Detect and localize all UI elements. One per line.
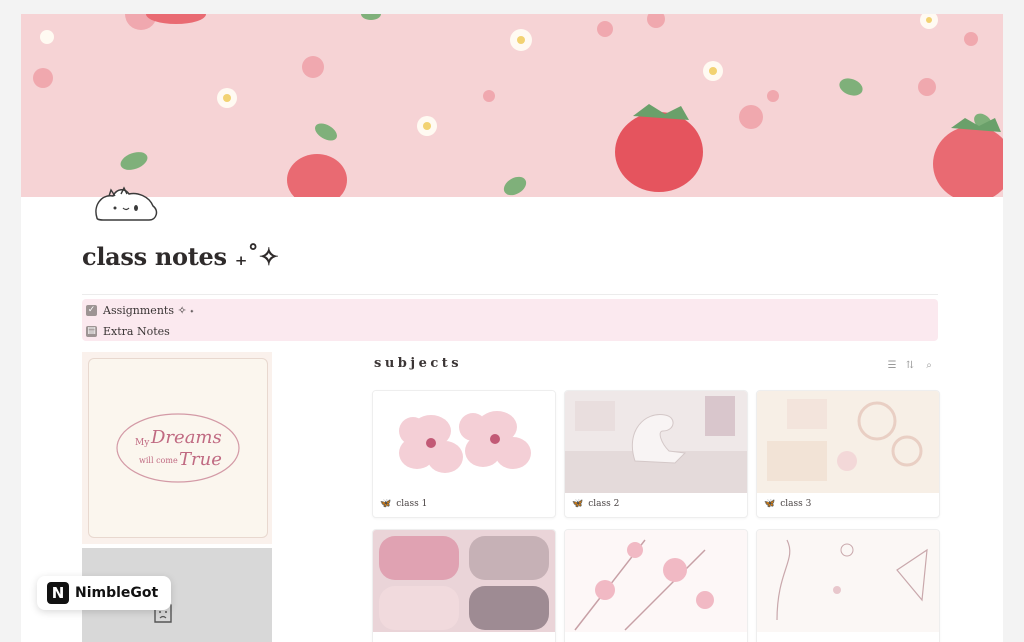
card-title: class 3 <box>780 499 812 509</box>
dreams-image-card[interactable]: My Dreams will come True <box>82 352 272 544</box>
butterfly-icon: 🦋 <box>764 499 776 509</box>
card-title: class 1 <box>396 499 428 509</box>
link-extra-notes[interactable]: ▤ Extra Notes <box>86 321 934 341</box>
card-cover <box>373 530 555 632</box>
card-caption: 🦋 class 3 <box>764 499 811 509</box>
page-title[interactable]: class notes ₊˚✧ <box>82 242 279 271</box>
divider <box>82 294 938 295</box>
gallery-card[interactable] <box>564 529 748 642</box>
page-icon: ▤ <box>86 325 97 337</box>
brand-logo: N <box>47 582 69 604</box>
gallery-card[interactable] <box>372 529 556 642</box>
link-assignments[interactable]: ✓ Assignments ✧ ˖ <box>86 300 934 320</box>
card-title: class 2 <box>588 499 620 509</box>
dream-text-2: Dreams <box>150 427 222 448</box>
linked-pages-callout: ✓ Assignments ✧ ˖ ▤ Extra Notes <box>82 299 938 341</box>
butterfly-icon: 🦋 <box>380 499 392 509</box>
brand-name: NimbleGot <box>75 585 159 601</box>
gallery-header: subjects ☰ ⇅ ⌕ <box>374 354 940 378</box>
filter-icon[interactable]: ☰ <box>886 360 898 372</box>
gallery-card[interactable]: 🦋 class 2 <box>564 390 748 518</box>
cat-icon[interactable] <box>91 184 163 224</box>
card-cover <box>373 391 555 493</box>
dream-text-4: True <box>179 449 222 470</box>
brand-watermark: N NimbleGot <box>37 576 171 610</box>
card-cover <box>757 391 939 493</box>
card-caption: 🦋 class 2 <box>572 499 619 509</box>
cover-image[interactable] <box>21 14 1003 197</box>
dream-text-1: My <box>135 438 150 448</box>
search-icon[interactable]: ⌕ <box>923 360 935 372</box>
gallery-card[interactable] <box>756 529 940 642</box>
dreams-image: My Dreams will come True <box>88 358 268 538</box>
gallery-card[interactable]: 🦋 class 3 <box>756 390 940 518</box>
butterfly-icon: 🦋 <box>572 499 584 509</box>
gallery-title[interactable]: subjects <box>374 356 462 371</box>
card-cover <box>565 391 747 493</box>
card-cover <box>565 530 747 632</box>
card-cover <box>757 530 939 632</box>
dream-text-3: will come <box>139 456 178 465</box>
checkbox-icon: ✓ <box>86 304 97 316</box>
sort-icon[interactable]: ⇅ <box>904 360 916 372</box>
card-caption: 🦋 class 1 <box>380 499 427 509</box>
gallery-card[interactable]: 🦋 class 1 <box>372 390 556 518</box>
link-label: Extra Notes <box>103 324 170 338</box>
page-frame: class notes ₊˚✧ ✓ Assignments ✧ ˖ ▤ Extr… <box>21 14 1003 642</box>
link-label: Assignments ✧ ˖ <box>103 303 194 317</box>
